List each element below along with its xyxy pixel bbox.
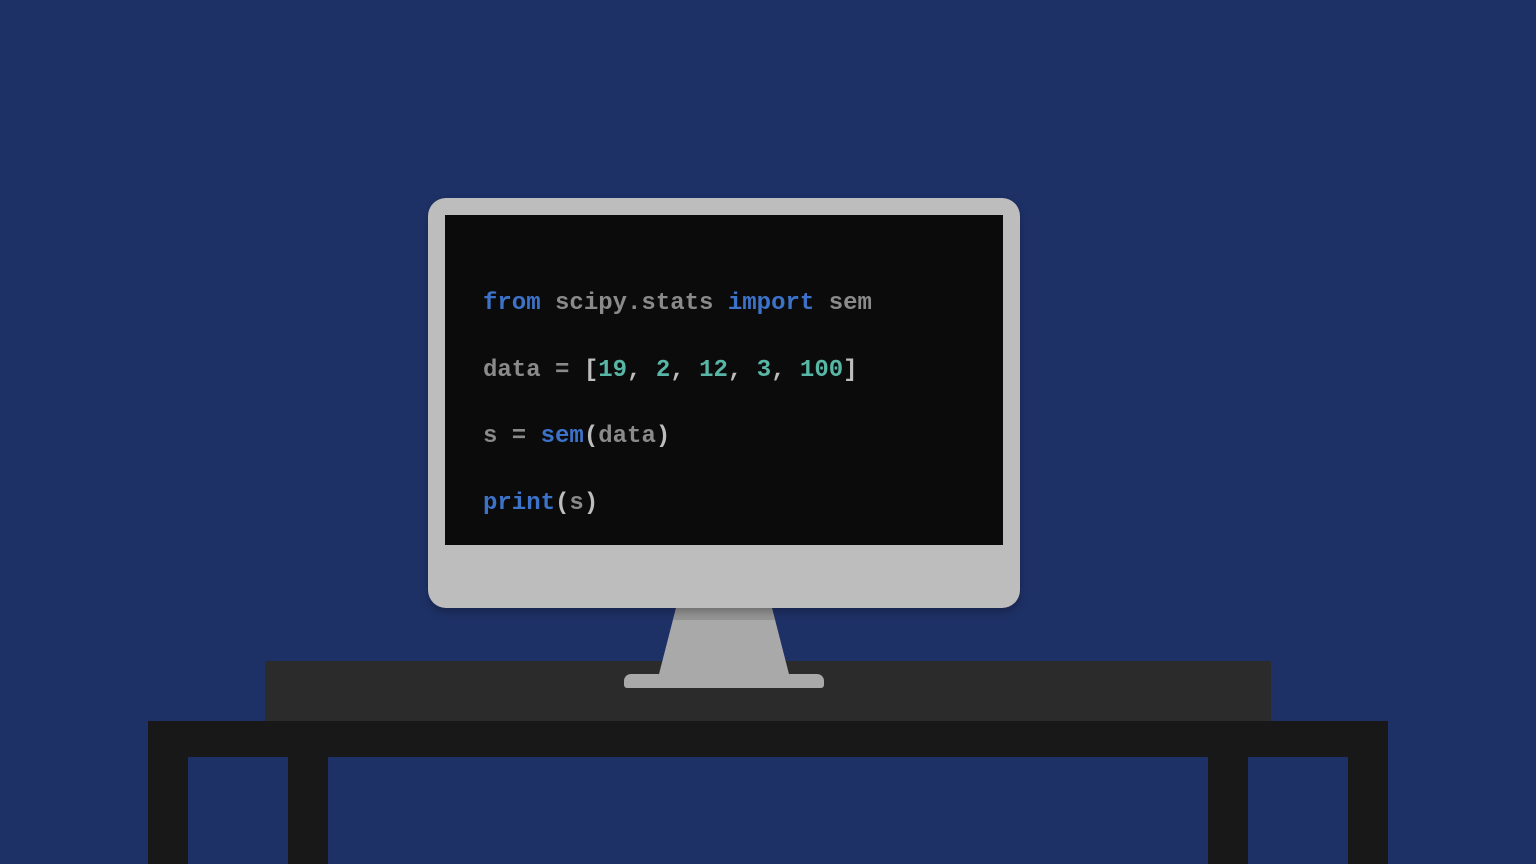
function-call: sem: [541, 423, 584, 450]
monitor-frame: from scipy.stats import sem data = [19, …: [428, 198, 1020, 608]
desk-leg: [288, 757, 328, 864]
monitor-screen: from scipy.stats import sem data = [19, …: [445, 215, 1003, 545]
identifier: data: [483, 357, 541, 384]
desk-front: [148, 721, 1388, 757]
desk-leg: [148, 757, 188, 864]
number-literal: 12: [699, 357, 728, 384]
monitor-stand-neck: [658, 606, 790, 678]
keyword-from: from: [483, 290, 541, 317]
comma: ,: [670, 357, 699, 384]
keyword-import: import: [728, 290, 814, 317]
import-name: sem: [829, 290, 872, 317]
argument: s: [569, 490, 583, 517]
function-call: print: [483, 490, 555, 517]
paren-open: (: [555, 490, 569, 517]
operator-assign: =: [497, 423, 540, 450]
bracket-open: [: [584, 357, 598, 384]
argument: data: [598, 423, 656, 450]
code-block: from scipy.stats import sem data = [19, …: [483, 271, 965, 538]
monitor-stand-base: [624, 674, 824, 688]
number-literal: 2: [656, 357, 670, 384]
desk-leg: [1208, 757, 1248, 864]
desk-leg: [1348, 757, 1388, 864]
paren-close: ): [656, 423, 670, 450]
paren-close: ): [584, 490, 598, 517]
operator-assign: =: [541, 357, 584, 384]
comma: ,: [771, 357, 800, 384]
identifier: s: [483, 423, 497, 450]
paren-open: (: [584, 423, 598, 450]
number-literal: 19: [598, 357, 627, 384]
number-literal: 100: [800, 357, 843, 384]
comma: ,: [627, 357, 656, 384]
module-path: scipy.stats: [555, 290, 713, 317]
number-literal: 3: [757, 357, 771, 384]
bracket-close: ]: [843, 357, 857, 384]
comma: ,: [728, 357, 757, 384]
